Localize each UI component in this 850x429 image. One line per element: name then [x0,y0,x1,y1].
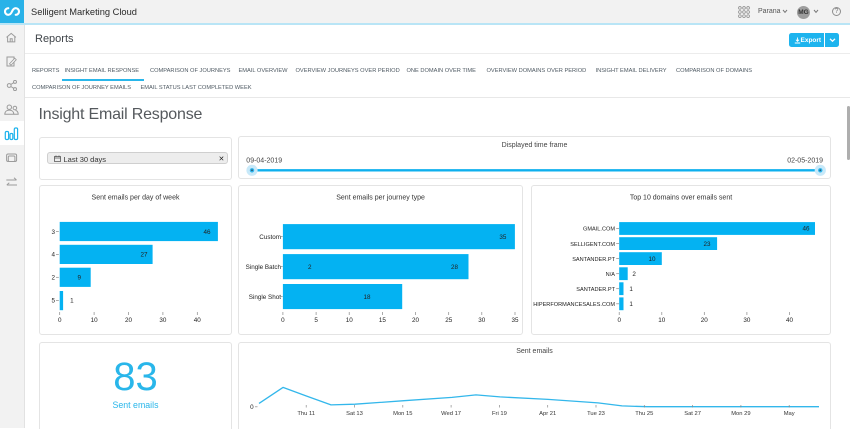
svg-text:Mon 15: Mon 15 [393,411,412,417]
svg-text:Sent emails per day of week: Sent emails per day of week [92,195,180,202]
svg-text:2: 2 [51,275,55,282]
svg-text:Top 10 domains over emails sen: Top 10 domains over emails sent [630,195,732,202]
svg-text:SANTADER.PT: SANTADER.PT [576,287,615,293]
svg-text:Fri 19: Fri 19 [492,411,507,417]
svg-text:Tue 23: Tue 23 [587,411,605,417]
svg-text:18: 18 [363,294,371,301]
svg-text:28: 28 [451,264,459,271]
svg-text:Sent emails per journey type: Sent emails per journey type [336,195,425,202]
svg-text:1: 1 [629,286,633,293]
svg-text:0: 0 [58,317,62,324]
svg-text:46: 46 [802,226,810,233]
svg-text:40: 40 [194,317,202,324]
svg-text:10: 10 [346,317,354,324]
svg-text:46: 46 [203,229,211,236]
svg-text:09-04-2019: 09-04-2019 [246,157,282,164]
svg-text:5: 5 [51,298,55,305]
svg-text:23: 23 [703,241,711,248]
svg-text:5: 5 [314,317,318,324]
svg-text:1: 1 [70,298,74,305]
svg-text:SELLIGENT.COM: SELLIGENT.COM [570,242,615,248]
svg-text:Apr 21: Apr 21 [539,411,556,417]
svg-text:Thu 11: Thu 11 [297,411,315,417]
svg-text:2: 2 [632,271,636,278]
svg-text:40: 40 [786,317,794,324]
svg-text:20: 20 [701,317,709,324]
svg-text:02-05-2019: 02-05-2019 [787,157,823,164]
svg-text:35: 35 [499,234,507,241]
svg-text:HIPERFORMANCESALES.COM: HIPERFORMANCESALES.COM [533,302,615,308]
svg-text:10: 10 [91,317,99,324]
svg-text:3: 3 [51,229,55,236]
svg-text:Sat 27: Sat 27 [684,411,701,417]
svg-text:20: 20 [412,317,420,324]
svg-text:30: 30 [478,317,486,324]
svg-text:0: 0 [250,404,254,411]
svg-text:Sent emails: Sent emails [516,348,553,355]
svg-text:20: 20 [125,317,133,324]
svg-text:GMAIL.COM: GMAIL.COM [583,227,615,233]
svg-text:30: 30 [159,317,167,324]
svg-text:15: 15 [379,317,387,324]
svg-text:Single Shot: Single Shot [249,294,281,301]
svg-text:Thu 25: Thu 25 [635,411,653,417]
svg-text:30: 30 [743,317,751,324]
svg-text:2: 2 [308,264,312,271]
svg-text:Mon 29: Mon 29 [731,411,750,417]
svg-text:0: 0 [617,317,621,324]
svg-text:N/A: N/A [606,272,616,278]
svg-text:Sat 13: Sat 13 [346,411,363,417]
svg-text:Single Batch: Single Batch [246,264,282,271]
svg-text:Wed 17: Wed 17 [441,411,461,417]
svg-text:Custom: Custom [259,234,281,241]
svg-text:0: 0 [281,317,285,324]
svg-text:May: May [784,411,795,417]
svg-text:27: 27 [140,252,148,259]
svg-text:Displayed time frame: Displayed time frame [502,142,568,149]
svg-text:1: 1 [629,301,633,308]
svg-text:9: 9 [78,275,82,282]
svg-text:25: 25 [445,317,453,324]
svg-text:35: 35 [511,317,519,324]
svg-text:4: 4 [51,252,55,259]
svg-text:10: 10 [658,317,666,324]
svg-text:SANTANDER.PT: SANTANDER.PT [572,257,615,263]
svg-text:10: 10 [648,256,656,263]
